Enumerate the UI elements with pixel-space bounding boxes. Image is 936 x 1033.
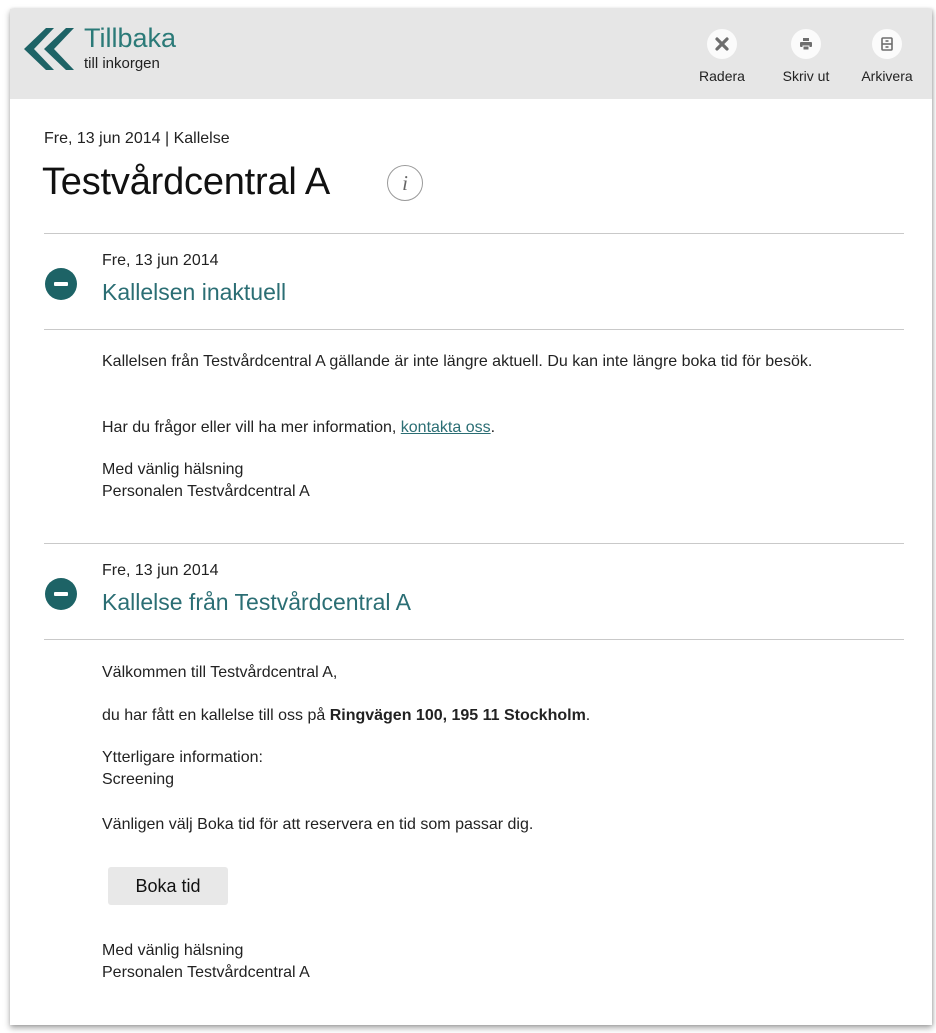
divider	[44, 639, 904, 640]
contact-link[interactable]: kontakta oss	[401, 419, 491, 436]
back-texts: Tillbaka till inkorgen	[84, 23, 176, 74]
contact-paragraph: Har du frågor eller vill ha mer informat…	[102, 417, 902, 439]
info-icon[interactable]: i	[387, 165, 423, 201]
info-label: Ytterligare information:	[102, 749, 263, 766]
contact-text: Har du frågor eller vill ha mer informat…	[102, 419, 401, 436]
book-appointment-button[interactable]: Boka tid	[108, 867, 228, 905]
section-paragraph: Kallelsen från Testvårdcentral A gälland…	[102, 353, 813, 370]
page-title: Testvårdcentral A	[42, 161, 331, 203]
address-text: du har fått en kallelse till oss på	[102, 707, 330, 724]
closing: Med vänlig hälsning Personalen Testvårdc…	[102, 940, 902, 984]
close-icon	[707, 29, 737, 59]
archive-label: Arkivera	[861, 68, 913, 84]
printer-icon	[791, 29, 821, 59]
additional-info: Ytterligare information: Screening	[102, 747, 902, 791]
double-chevron-left-icon	[24, 28, 74, 70]
closing: Med vänlig hälsning Personalen Testvårdc…	[102, 459, 902, 503]
minus-circle-icon[interactable]	[45, 268, 77, 300]
back-title: Tillbaka	[84, 23, 177, 53]
contact-text-end: .	[490, 419, 496, 436]
greeting: Välkommen till Testvårdcentral A,	[102, 664, 338, 681]
back-to-inbox-link[interactable]: Tillbaka till inkorgen	[20, 23, 176, 74]
closing-line: Med vänlig hälsning	[102, 942, 244, 959]
message-meta: Fre, 13 jun 2014 | Kallelse	[44, 130, 230, 147]
back-subtitle: till inkorgen	[84, 55, 160, 72]
info-value: Screening	[102, 771, 175, 788]
section-title[interactable]: Kallelse från Testvårdcentral A	[102, 589, 411, 616]
divider	[44, 233, 904, 234]
instruction: Vänligen välj Boka tid för att reservera…	[102, 816, 534, 833]
signature: Personalen Testvårdcentral A	[102, 483, 310, 500]
delete-button[interactable]: Radera	[687, 29, 757, 84]
signature: Personalen Testvårdcentral A	[102, 964, 310, 981]
divider	[44, 329, 904, 330]
section-date: Fre, 13 jun 2014	[102, 252, 219, 269]
print-button[interactable]: Skriv ut	[771, 29, 841, 84]
top-bar: Tillbaka till inkorgen Radera Skriv ut A…	[10, 9, 932, 99]
closing-line: Med vänlig hälsning	[102, 461, 244, 478]
divider	[44, 543, 904, 544]
delete-label: Radera	[699, 68, 745, 84]
message-window: Tillbaka till inkorgen Radera Skriv ut A…	[10, 9, 932, 1025]
address-bold: Ringvägen 100, 195 11 Stockholm	[329, 707, 586, 724]
address-paragraph: du har fått en kallelse till oss på Ring…	[102, 705, 902, 727]
address-text-end: .	[585, 707, 591, 724]
archive-button[interactable]: Arkivera	[852, 29, 922, 84]
section-title[interactable]: Kallelsen inaktuell	[102, 279, 286, 306]
print-label: Skriv ut	[782, 68, 830, 84]
archive-icon	[872, 29, 902, 59]
minus-circle-icon[interactable]	[45, 578, 77, 610]
section-date: Fre, 13 jun 2014	[102, 562, 219, 579]
